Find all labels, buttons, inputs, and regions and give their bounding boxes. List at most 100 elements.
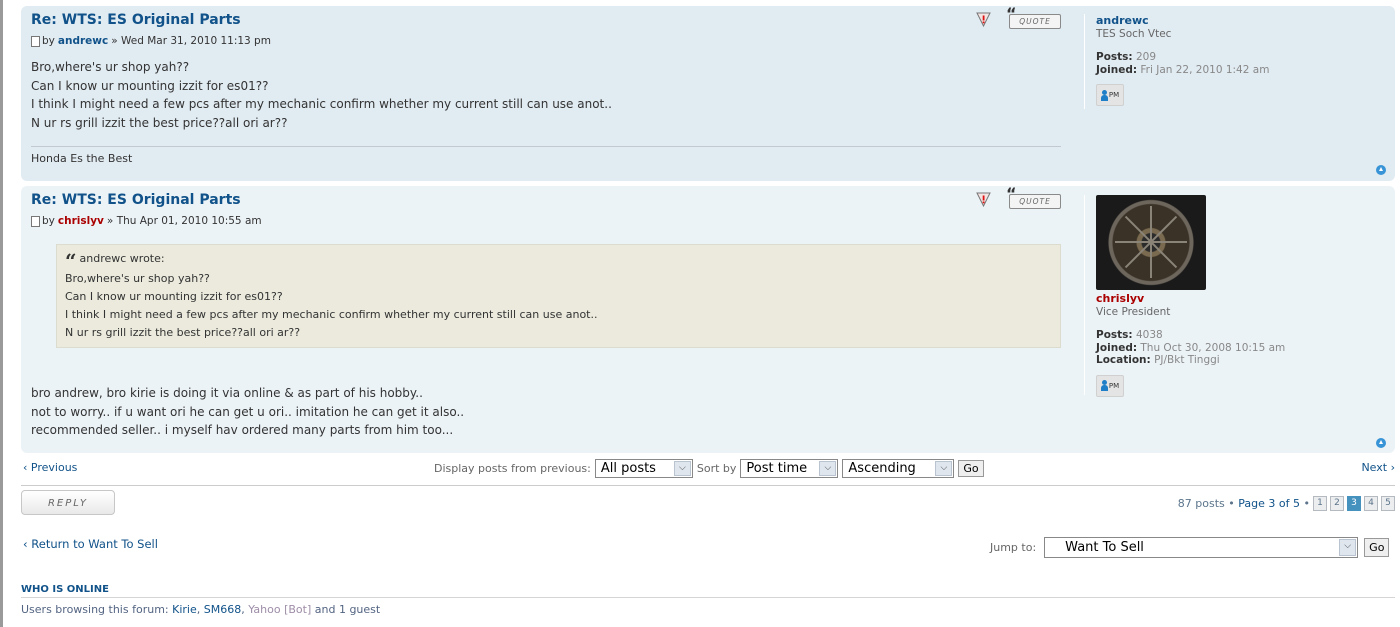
page-1-link[interactable]: 1 xyxy=(1313,496,1327,511)
joined-date: Thu Oct 30, 2008 10:15 am xyxy=(1140,341,1286,354)
pm-button[interactable]: PM xyxy=(1096,84,1124,106)
profile-rank: TES Soch Vtec xyxy=(1096,28,1172,40)
post-1: Re: WTS: ES Original Parts by andrewc » … xyxy=(21,6,1395,181)
pm-label: PM xyxy=(1108,91,1120,99)
signature: Honda Es the Best xyxy=(31,152,133,165)
next-link[interactable]: Next › xyxy=(1361,461,1395,474)
page-3-current: 3 xyxy=(1347,496,1361,511)
quote-button[interactable]: QUOTE xyxy=(1006,7,1061,29)
chevron-down-icon: ⌵ xyxy=(1339,539,1357,556)
post-line: N ur rs grill izzit the best price??all … xyxy=(31,115,288,130)
post-icon[interactable] xyxy=(31,215,40,227)
display-posts-select[interactable]: All posts ⌵ xyxy=(594,459,693,478)
report-icon[interactable] xyxy=(976,192,991,207)
post-line: bro andrew, bro kirie is doing it via on… xyxy=(31,386,423,400)
chevron-left-icon: ‹ xyxy=(23,461,31,474)
location-label: Location: xyxy=(1096,354,1151,366)
profile-posts: Posts: 4038 xyxy=(1096,329,1396,342)
post-content: bro andrew, bro kirie is doing it via on… xyxy=(31,384,464,440)
page-label[interactable]: Page 3 of 5 xyxy=(1238,497,1300,510)
previous-link[interactable]: ‹ Previous xyxy=(23,461,77,474)
online-user[interactable]: SM668 xyxy=(204,603,241,616)
jump-value: Want To Sell xyxy=(1065,540,1144,555)
wio-prefix: Users browsing this forum: xyxy=(21,603,169,616)
profile-username[interactable]: andrewc xyxy=(1096,14,1396,27)
joined-label: Joined: xyxy=(1096,63,1138,76)
profile-joined: Joined: Thu Oct 30, 2008 10:15 am xyxy=(1096,342,1396,355)
post-title[interactable]: Re: WTS: ES Original Parts xyxy=(31,12,241,28)
by-label: by xyxy=(42,35,55,47)
post-meta: by andrewc » Wed Mar 31, 2010 11:13 pm xyxy=(31,35,271,47)
profile-posts: Posts: 209 xyxy=(1096,51,1396,64)
back-to-top-icon[interactable] xyxy=(1376,438,1386,448)
signature-divider xyxy=(31,146,1061,147)
profile-username[interactable]: chrislyv xyxy=(1096,292,1396,305)
post-title[interactable]: Re: WTS: ES Original Parts xyxy=(31,192,241,208)
chevron-right-icon: › xyxy=(1387,461,1395,474)
return-label: Return to Want To Sell xyxy=(31,537,158,551)
post-date: Thu Apr 01, 2010 10:55 am xyxy=(116,215,262,227)
sort-label: Sort by xyxy=(696,462,737,475)
posts-count[interactable]: 4038 xyxy=(1136,329,1163,341)
pm-button[interactable]: PM xyxy=(1096,374,1124,397)
quote-button[interactable]: QUOTE xyxy=(1006,187,1061,209)
post-line: I think I might need a few pcs after my … xyxy=(31,97,612,111)
quote-line: N ur rs grill izzit the best price??all … xyxy=(65,326,301,339)
order-value: Ascending xyxy=(848,461,916,476)
post-count: 87 posts xyxy=(1177,497,1225,510)
post-icon[interactable] xyxy=(31,35,40,47)
quote-line: Can I know ur mounting izzit for es01?? xyxy=(65,290,283,303)
quote-block: andrewc wrote: Bro,where's ur shop yah??… xyxy=(56,244,1061,348)
back-to-top-icon[interactable] xyxy=(1376,165,1386,175)
display-options: Display posts from previous: All posts ⌵ … xyxy=(434,459,984,478)
jump-label: Jump to: xyxy=(990,541,1037,554)
previous-label: Previous xyxy=(30,461,78,474)
display-value: All posts xyxy=(600,461,656,476)
post-author[interactable]: andrewc xyxy=(58,35,108,47)
post-profile: chrislyv Vice President Posts: 4038 Join… xyxy=(1084,195,1396,397)
sort-by-select[interactable]: Post time ⌵ xyxy=(740,459,839,478)
page-2-link[interactable]: 2 xyxy=(1330,496,1344,511)
return-link[interactable]: ‹ Return to Want To Sell xyxy=(23,537,158,551)
jump-go-button[interactable]: Go xyxy=(1364,538,1390,557)
who-is-online-title: WHO IS ONLINE xyxy=(21,584,109,595)
sort-value: Post time xyxy=(746,461,808,476)
online-bot[interactable]: Yahoo [Bot] xyxy=(248,603,311,616)
avatar[interactable] xyxy=(1096,195,1206,290)
meta-separator: » xyxy=(111,35,118,47)
page-left-border xyxy=(0,0,3,627)
sort-order-select[interactable]: Ascending ⌵ xyxy=(842,459,955,478)
reply-button[interactable]: REPLY xyxy=(21,490,115,515)
by-label: by xyxy=(42,215,55,227)
post-line: recommended seller.. i myself hav ordere… xyxy=(31,423,454,437)
online-user[interactable]: Kirie xyxy=(172,603,197,616)
page-5-link[interactable]: 5 xyxy=(1381,496,1395,511)
chevron-down-icon: ⌵ xyxy=(935,461,953,476)
jump-to-select[interactable]: Want To Sell ⌵ xyxy=(1044,537,1359,558)
post-2: Re: WTS: ES Original Parts by chrislyv »… xyxy=(21,186,1395,453)
meta-separator: » xyxy=(106,215,114,227)
report-icon[interactable] xyxy=(976,12,991,27)
pagination: 87 posts • Page 3 of 5 • 1 2 3 4 5 xyxy=(1178,496,1395,511)
profile-location: Location: PJ/Bkt Tinggi xyxy=(1096,354,1396,367)
post-profile: andrewc TES Soch Vtec Posts: 209 Joined:… xyxy=(1084,14,1396,109)
posts-label: Posts: xyxy=(1096,329,1133,341)
person-icon xyxy=(1100,89,1108,101)
who-is-online-text: Users browsing this forum: Kirie, SM668,… xyxy=(21,603,381,616)
quote-line: Bro,where's ur shop yah?? xyxy=(65,272,210,285)
post-line: not to worry.. if u want ori he can get … xyxy=(31,404,465,419)
post-line: Bro,where's ur shop yah?? xyxy=(31,60,190,74)
location-value: PJ/Bkt Tinggi xyxy=(1154,354,1220,366)
post-author[interactable]: chrislyv xyxy=(58,215,104,227)
posts-label: Posts: xyxy=(1096,51,1133,63)
quote-cite: andrewc wrote: xyxy=(65,250,1060,270)
post-line: Can I know ur mounting izzit for es01?? xyxy=(31,78,269,93)
sort-go-button[interactable]: Go xyxy=(958,460,984,477)
page-4-link[interactable]: 4 xyxy=(1364,496,1378,511)
display-label: Display posts from previous: xyxy=(434,462,591,475)
posts-count[interactable]: 209 xyxy=(1136,51,1156,63)
post-date: Wed Mar 31, 2010 11:13 pm xyxy=(120,35,271,47)
joined-label: Joined: xyxy=(1096,341,1138,354)
person-icon xyxy=(1100,380,1108,391)
divider xyxy=(21,485,1395,486)
